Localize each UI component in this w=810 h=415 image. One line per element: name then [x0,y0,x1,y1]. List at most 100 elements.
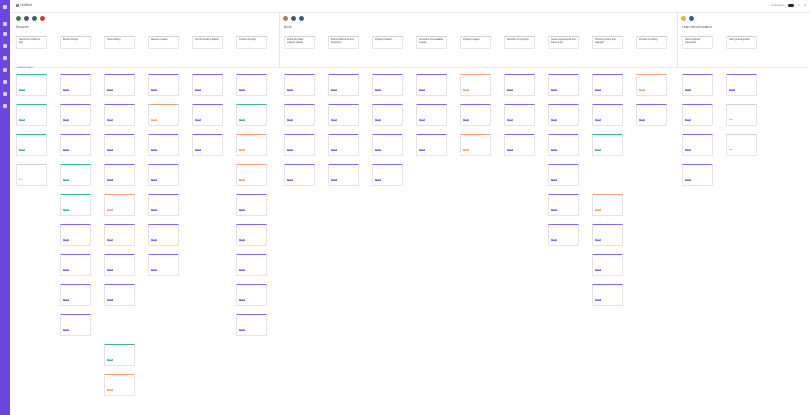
story-card[interactable]: TaskConfirm and update property location… [372,164,403,186]
story-card[interactable]: TaskPay with PayPal [236,164,267,186]
story-card[interactable]: TaskSearch for number of guests [16,104,47,126]
share-icon[interactable]: ⇪ [798,3,801,7]
list-icon[interactable] [3,32,7,36]
activity-card[interactable]: Define the basic property details [284,36,315,49]
story-card[interactable]: TaskPreview the listing as it's seen by … [636,104,667,126]
story-card[interactable]: TaskSelect the filtering options [60,284,91,306]
story-card[interactable]: TaskShow relevant search results [60,314,91,336]
story-card[interactable]: TaskSearch by location [16,74,47,96]
story-card[interactable]: TaskLocation autocomplete [16,134,47,156]
story-card[interactable]: TaskLocking availability date choice [148,104,179,126]
activity-card[interactable]: Browse listings [60,36,91,49]
autosave-toggle[interactable] [787,3,794,7]
activity-card[interactable]: Property pricing and calendar [592,36,623,49]
story-card[interactable]: TaskRead the terms and conditions [682,74,713,96]
story-card[interactable]: TaskSubmit payment details [236,314,267,336]
story-card[interactable]: TaskDescribe the safety amenities [416,104,447,126]
story-card[interactable]: TaskAdd additional sleeping arrangements [328,104,359,126]
story-card[interactable]: TaskAdd split-payment deposit [236,224,267,246]
story-card[interactable]: TaskPay with Google Pay [236,194,267,216]
story-card[interactable]: TaskSet check-in and checkout times [548,164,579,186]
story-card[interactable]: IdeaRead guidebooks [726,104,757,126]
group-title-discover[interactable]: Discover [16,25,29,29]
story-card[interactable]: TaskDefine discounts and other pricing [592,134,623,156]
story-card[interactable]: TaskRead the privacy policy [682,104,713,126]
story-card[interactable]: TaskConfirm Personal Identification deta… [284,134,315,156]
story-card[interactable]: TaskSend message for host [192,134,223,156]
board-icon[interactable] [3,22,7,26]
story-card[interactable]: TaskPublish discount flag [148,224,179,246]
story-card[interactable]: TaskRead the non-discrimination policy [682,164,713,186]
story-card[interactable]: TaskRead travel information [104,224,135,246]
activity-card[interactable]: Search for a place to stay [16,36,47,49]
story-card[interactable]: TaskPricing settings [592,254,623,276]
story-card[interactable]: TaskReport listing [104,284,135,306]
story-card[interactable]: TaskBathroom and Bedroom sleeping arrang… [328,134,359,156]
story-card[interactable]: TaskAdd a short description of my proper… [504,74,535,96]
activity-card[interactable]: Property location [372,36,403,49]
story-card[interactable]: TaskRead the listing in my preferred lan… [104,164,135,186]
story-card[interactable]: TaskSelect a payment type [236,74,267,96]
activity-card[interactable]: View important documents [682,36,713,49]
story-card[interactable]: TaskDisplay cancellation policy [236,284,267,306]
story-card[interactable]: TaskFilter by type of listing [60,194,91,216]
story-card[interactable]: TaskAutocomplete my property's address [372,134,403,156]
story-card[interactable]: TaskRead the guidelines [682,134,713,156]
activity-card[interactable]: Property images [460,36,491,49]
story-card[interactable]: TaskFilter by price [60,224,91,246]
story-card[interactable]: TaskThe total reservation summary [192,74,223,96]
story-card[interactable]: TaskRead the house rules [726,74,757,96]
story-card[interactable]: TaskManually enter my property address [372,104,403,126]
activity-card[interactable]: Guest requirements and house rules [548,36,579,49]
story-card[interactable]: TaskSave a listing to my favorites [60,104,91,126]
activity-card[interactable]: View a listing [104,36,135,49]
activity-card[interactable]: Get the booking details [192,36,223,49]
home-icon[interactable] [3,5,7,9]
story-card[interactable]: TaskSearch for results by location [104,74,135,96]
story-card[interactable]: TaskGo to the deals [148,194,179,216]
activity-card[interactable]: Define bathrooms and bedrooms [328,36,359,49]
story-card[interactable]: TaskFind correct location using geolocat… [372,74,403,96]
story-card[interactable]: TaskSuggest a time for a listing [104,374,135,396]
story-card[interactable]: TaskSync my availability with my calenda… [592,224,623,246]
story-card[interactable]: TaskAdd a listing title [504,134,535,156]
activity-card[interactable]: View general guides [726,36,757,49]
story-card[interactable]: TaskDefine number of rooms and beds [328,74,359,96]
story-card[interactable]: TaskTranslate reviews into my language [104,194,135,216]
story-card[interactable]: TaskSet my cover or main photo [460,134,491,156]
story-card[interactable]: IdeaLearn about the benefits of hosting [726,134,757,156]
activity-card[interactable]: Describe my property [504,36,535,49]
story-card[interactable]: TaskSelect saved payment method [236,104,267,126]
users-icon[interactable] [3,56,7,60]
activity-card[interactable]: Confirm and pay [236,36,267,49]
story-card[interactable]: TaskRead listing reviews [104,104,135,126]
group-title-book[interactable]: Book [284,25,292,29]
story-card[interactable]: TaskDefine bathroom count [328,164,359,186]
story-card[interactable]: TaskApply coupon [236,134,267,156]
settings-icon[interactable] [3,44,7,48]
story-card[interactable]: TaskSearch on / view the map [60,164,91,186]
help-icon[interactable] [3,104,7,108]
activity-card[interactable]: Amenities and available spaces [416,36,447,49]
activity-card[interactable]: Preview my listing [636,36,667,49]
story-card[interactable]: TaskSet additional safety requirements [548,134,579,156]
story-card[interactable]: TaskDefine the guest count [284,164,315,186]
story-card[interactable]: TaskSearch reviews by keyword [104,134,135,156]
story-card[interactable]: TaskDisplay listings in a map [60,134,91,156]
story-card[interactable]: TaskRead listing policies [104,254,135,276]
story-card[interactable]: TaskPricing settings [592,194,623,216]
story-card[interactable]: TaskAdd additional house rules [548,104,579,126]
story-card[interactable]: TaskCalculate and view nightly costs [148,134,179,156]
story-card[interactable]: TaskDrag and upload multiple photos of m… [460,104,491,126]
story-card[interactable]: TaskThings to do nearby [104,344,135,366]
story-card[interactable]: TaskAdd more optional property informati… [504,104,535,126]
story-card[interactable]: TaskAdd mandatory guest requirements [548,194,579,216]
story-card[interactable]: TaskSend instant book [148,164,179,186]
story-card[interactable]: TaskDefine my property's available space [284,104,315,126]
story-card[interactable]: TaskSelect pricing as listing dates [592,104,623,126]
user-icon[interactable]: ● [804,3,806,7]
story-card[interactable]: TaskDefine my property's available space… [416,134,447,156]
story-card[interactable]: IdeaGet the whole map calendar date pick… [16,164,47,186]
activity-card[interactable]: Reserve a place [148,36,179,49]
chart-icon[interactable] [3,68,7,72]
